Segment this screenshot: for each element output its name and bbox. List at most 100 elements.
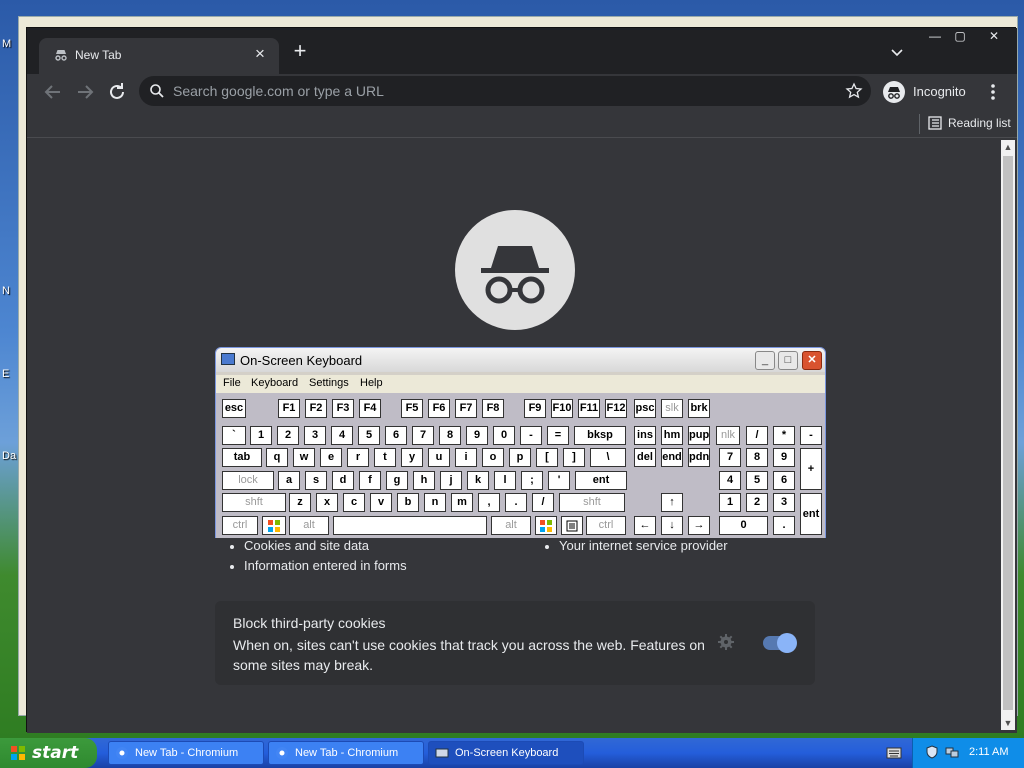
osk-key[interactable]: F3 [332, 399, 354, 418]
osk-key[interactable]: brk [688, 399, 710, 418]
osk-key[interactable]: ; [521, 471, 543, 490]
osk-key[interactable]: esc [222, 399, 246, 418]
osk-key[interactable]: F12 [605, 399, 627, 418]
osk-key[interactable]: 3 [773, 493, 795, 512]
menu-file[interactable]: File [223, 377, 241, 389]
desktop-label[interactable]: Da [2, 450, 16, 462]
osk-key[interactable]: ctrl [222, 516, 258, 535]
menu-key-icon[interactable] [561, 516, 583, 535]
osk-key[interactable]: m [451, 493, 473, 512]
osk-key[interactable]: 9 [466, 426, 488, 445]
windows-key-icon[interactable] [262, 516, 286, 535]
menu-settings[interactable]: Settings [309, 377, 349, 389]
osk-minimize-button[interactable]: _ [755, 351, 775, 370]
osk-key[interactable]: psc [634, 399, 656, 418]
osk-key[interactable]: 3 [304, 426, 326, 445]
block-cookies-toggle[interactable] [763, 633, 797, 653]
osk-key[interactable]: z [289, 493, 311, 512]
osk-key[interactable]: . [505, 493, 527, 512]
osk-key[interactable]: ` [222, 426, 246, 445]
osk-key[interactable]: F7 [455, 399, 477, 418]
osk-key[interactable]: lock [222, 471, 274, 490]
osk-key[interactable]: a [278, 471, 300, 490]
scroll-thumb[interactable] [1003, 156, 1013, 710]
osk-key[interactable]: nlk [716, 426, 740, 445]
close-window-button[interactable]: ✕ [979, 28, 1009, 44]
osk-key[interactable]: 7 [719, 448, 741, 467]
osk-key[interactable]: end [661, 448, 683, 467]
osk-key[interactable]: 1 [250, 426, 272, 445]
osk-key[interactable]: 2 [746, 493, 768, 512]
keyboard-tray-icon[interactable] [886, 746, 902, 760]
osk-key[interactable]: 8 [746, 448, 768, 467]
new-tab-button[interactable]: + [289, 40, 311, 63]
vertical-scrollbar[interactable]: ▲ ▼ [1001, 140, 1015, 730]
osk-key[interactable]: p [509, 448, 531, 467]
osk-key[interactable]: F8 [482, 399, 504, 418]
osk-key[interactable]: bksp [574, 426, 626, 445]
osk-key[interactable]: 2 [277, 426, 299, 445]
osk-key[interactable]: + [800, 448, 822, 490]
osk-key[interactable]: alt [289, 516, 329, 535]
osk-key[interactable]: t [374, 448, 396, 467]
osk-key[interactable]: pdn [688, 448, 710, 467]
osk-key[interactable]: k [467, 471, 489, 490]
osk-key[interactable]: F2 [305, 399, 327, 418]
windows-key-icon[interactable] [535, 516, 557, 535]
network-icon[interactable] [945, 745, 959, 759]
osk-key[interactable]: i [455, 448, 477, 467]
osk-key[interactable]: del [634, 448, 656, 467]
osk-key[interactable]: 5 [746, 471, 768, 490]
osk-key[interactable]: \ [590, 448, 626, 467]
osk-key[interactable]: e [320, 448, 342, 467]
back-arrow-icon[interactable] [41, 80, 65, 104]
osk-key[interactable]: * [773, 426, 795, 445]
osk-key[interactable]: shft [559, 493, 625, 512]
osk-key[interactable]: 4 [719, 471, 741, 490]
osk-key[interactable]: shft [222, 493, 286, 512]
omnibox[interactable] [139, 76, 871, 106]
osk-key[interactable]: / [746, 426, 768, 445]
osk-key[interactable]: 6 [385, 426, 407, 445]
taskbar-button-chromium-1[interactable]: New Tab - Chromium [108, 741, 264, 765]
osk-key[interactable]: g [386, 471, 408, 490]
osk-key[interactable]: 4 [331, 426, 353, 445]
osk-key[interactable]: c [343, 493, 365, 512]
osk-key[interactable]: w [293, 448, 315, 467]
taskbar-button-chromium-2[interactable]: New Tab - Chromium [268, 741, 424, 765]
osk-key[interactable]: b [397, 493, 419, 512]
menu-help[interactable]: Help [360, 377, 383, 389]
osk-key[interactable]: 0 [719, 516, 768, 535]
osk-key[interactable]: 8 [439, 426, 461, 445]
osk-key[interactable]: = [547, 426, 569, 445]
osk-key[interactable]: 1 [719, 493, 741, 512]
osk-key[interactable]: l [494, 471, 516, 490]
reading-list-button[interactable]: Reading list [919, 114, 1015, 134]
osk-key[interactable]: y [401, 448, 423, 467]
osk-titlebar[interactable]: On-Screen Keyboard _ □ ✕ [216, 348, 825, 372]
osk-key[interactable]: ' [548, 471, 570, 490]
osk-key[interactable]: , [478, 493, 500, 512]
tab-close-icon[interactable]: × [251, 45, 269, 63]
more-menu-icon[interactable] [983, 82, 1003, 102]
osk-key[interactable]: q [266, 448, 288, 467]
osk-key[interactable]: alt [491, 516, 531, 535]
arrow-right-icon[interactable]: → [688, 516, 710, 535]
chevron-down-icon[interactable] [889, 44, 905, 60]
osk-key[interactable]: h [413, 471, 435, 490]
desktop-label[interactable]: E [2, 368, 9, 380]
osk-key[interactable]: - [800, 426, 822, 445]
osk-key[interactable]: F1 [278, 399, 300, 418]
osk-key[interactable]: u [428, 448, 450, 467]
shield-icon[interactable] [925, 745, 939, 759]
osk-key[interactable]: tab [222, 448, 262, 467]
maximize-button[interactable]: ▢ [945, 28, 975, 44]
osk-key[interactable]: 7 [412, 426, 434, 445]
desktop-label[interactable]: N [2, 285, 10, 297]
osk-key[interactable]: F11 [578, 399, 600, 418]
osk-key[interactable]: ctrl [586, 516, 626, 535]
osk-key[interactable]: o [482, 448, 504, 467]
osk-key[interactable]: ins [634, 426, 656, 445]
osk-key[interactable]: [ [536, 448, 558, 467]
osk-key[interactable]: 5 [358, 426, 380, 445]
